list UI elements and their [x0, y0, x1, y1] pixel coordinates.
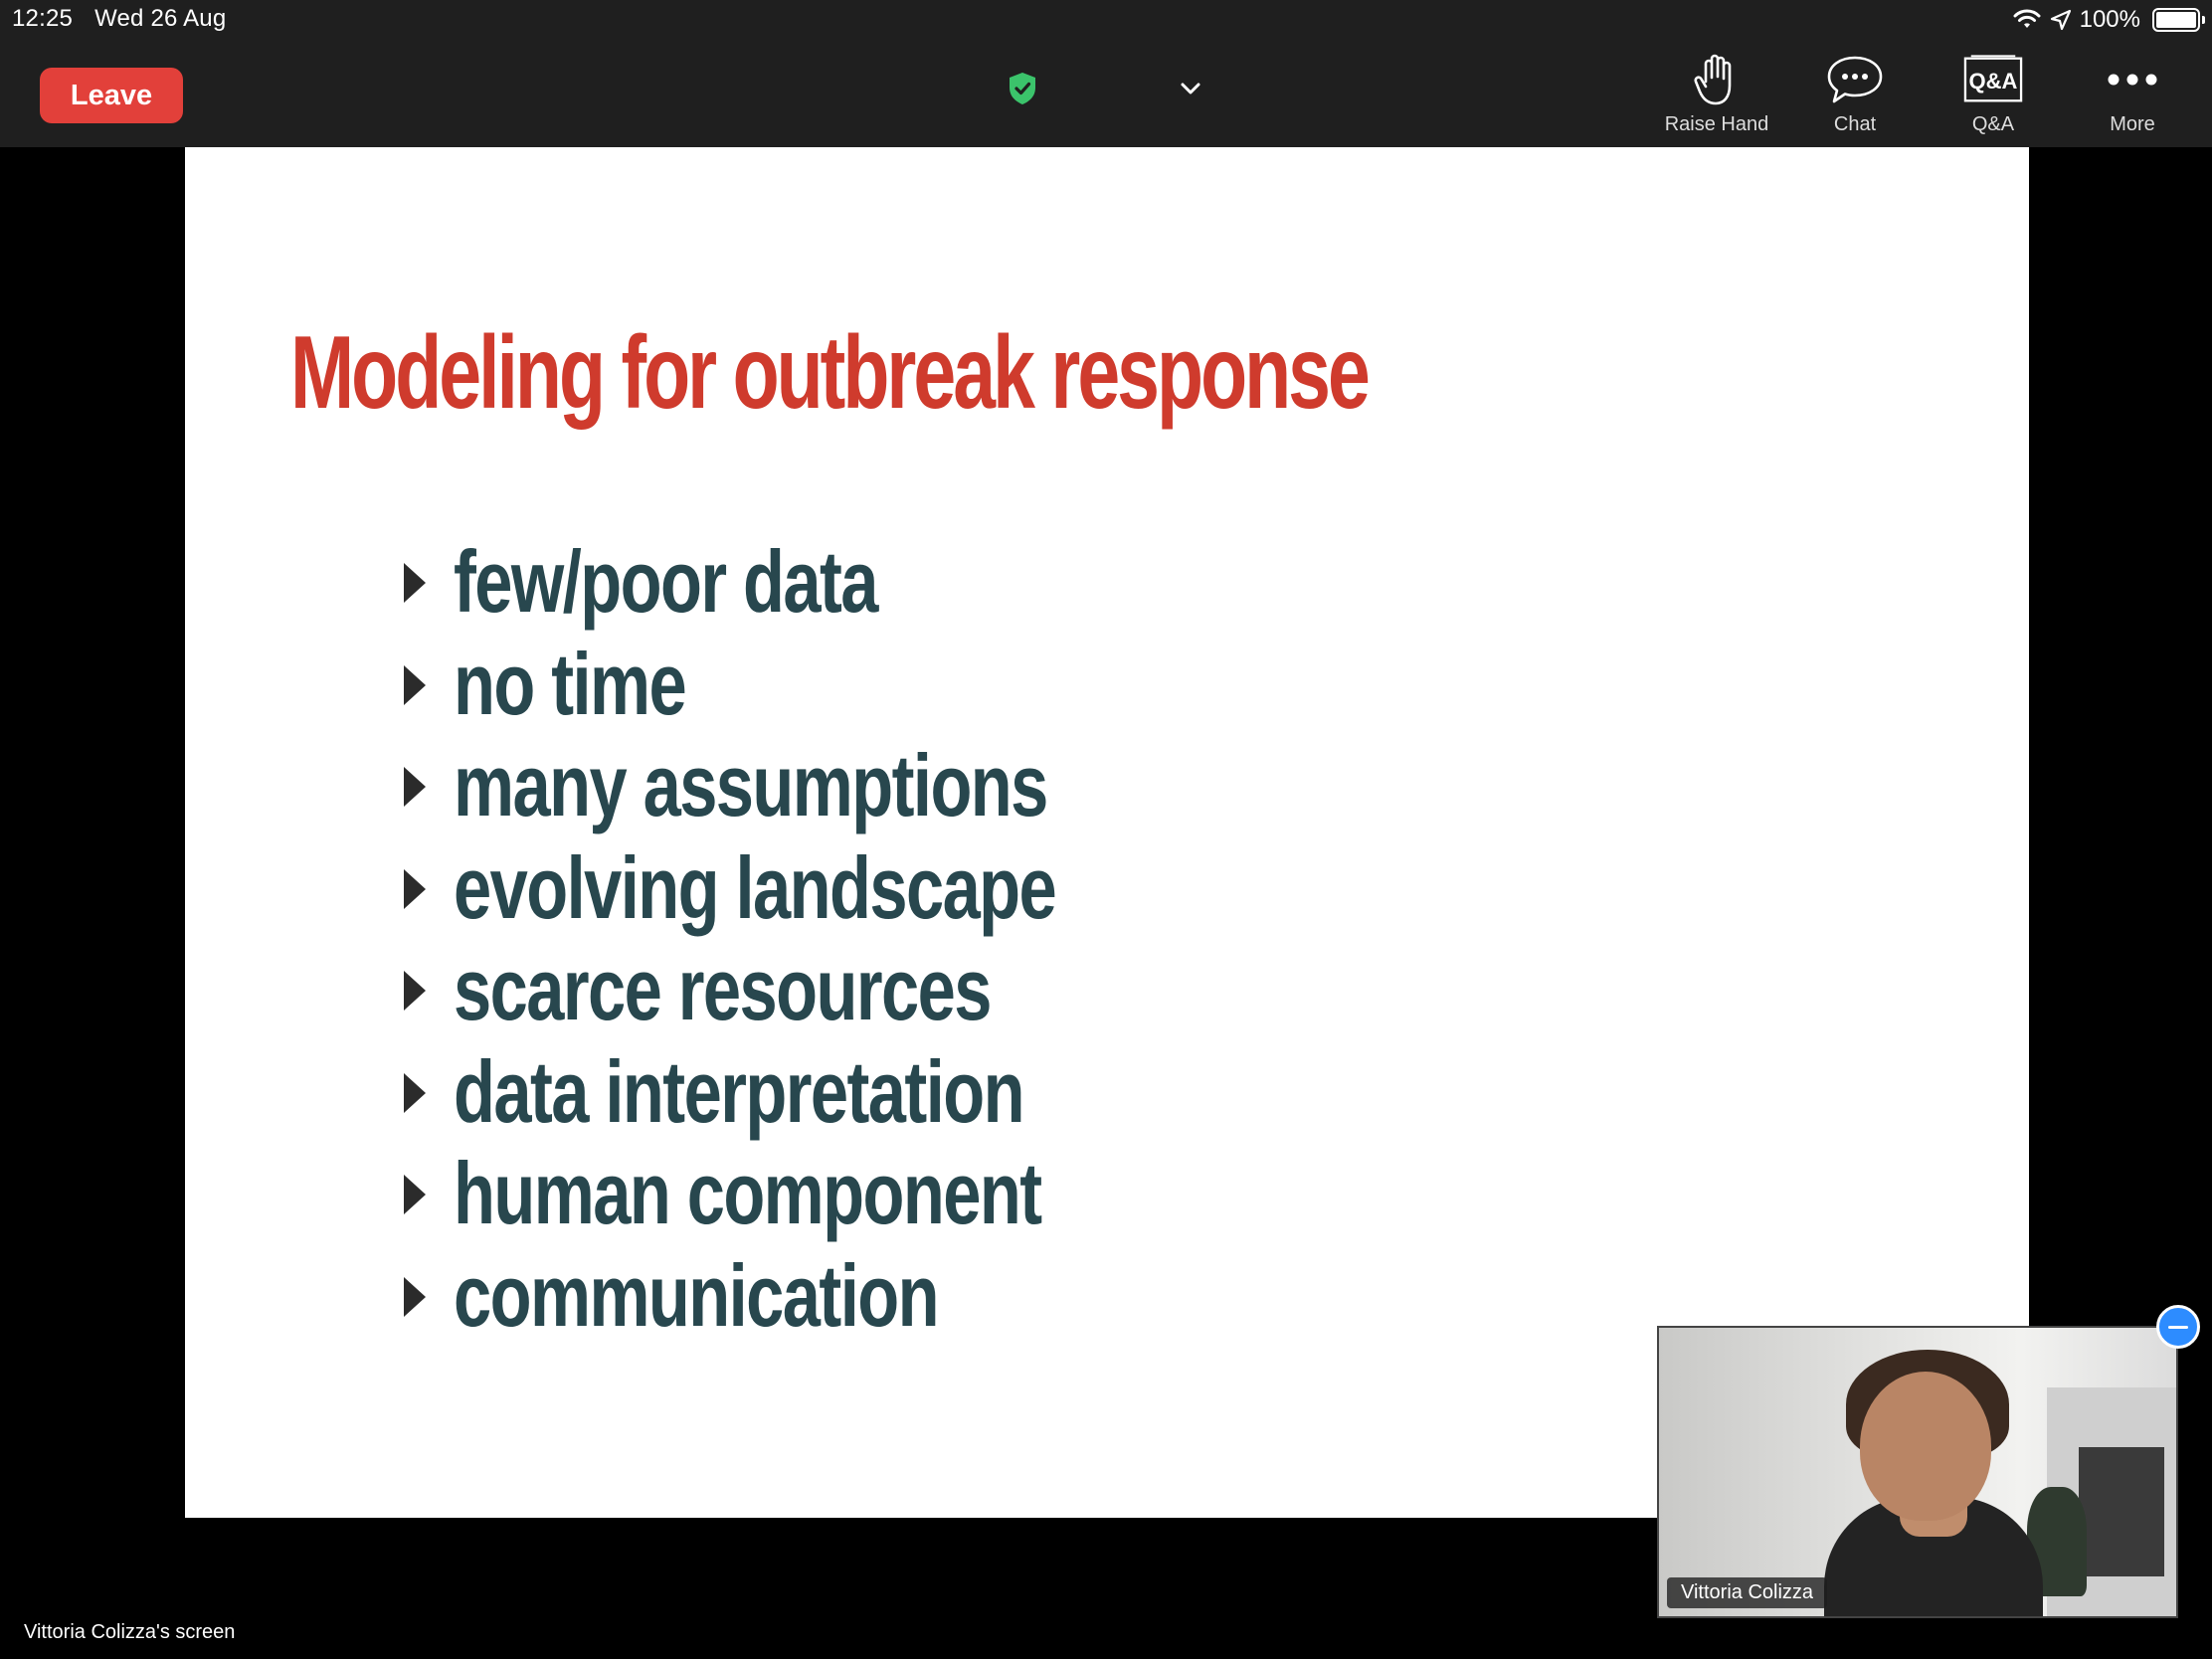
bullet-list: few/poor data no time many assumptions e… — [404, 527, 1299, 1345]
shield-check-icon[interactable] — [1008, 72, 1037, 105]
bullet-text: human component — [454, 1144, 1042, 1242]
more-icon — [2108, 74, 2157, 86]
chat-icon — [1827, 56, 1883, 103]
location-icon — [2050, 9, 2071, 31]
status-time: 12:25 — [12, 5, 74, 32]
status-time-date: 12:25 Wed 26 Aug — [12, 5, 226, 33]
list-item: communication — [404, 1241, 1299, 1345]
list-item: scarce resources — [404, 935, 1299, 1038]
participant-name-tag: Vittoria Colizza — [1667, 1577, 1828, 1608]
zoom-meeting-window: 12:25 Wed 26 Aug 100% Leave Raise Hand C… — [0, 0, 2212, 1659]
leave-button[interactable]: Leave — [40, 68, 183, 123]
list-item: no time — [404, 630, 1299, 733]
bullet-triangle-icon — [404, 767, 426, 807]
more-button[interactable]: More — [2069, 50, 2196, 141]
bullet-triangle-icon — [404, 1175, 426, 1214]
raise-hand-icon — [1694, 54, 1732, 105]
bullet-triangle-icon — [404, 563, 426, 603]
list-item: few/poor data — [404, 527, 1299, 631]
bullet-text: many assumptions — [454, 736, 1048, 834]
minimize-video-button[interactable] — [2156, 1305, 2200, 1349]
bullet-text: evolving landscape — [454, 837, 1057, 937]
bullet-triangle-icon — [404, 868, 426, 909]
list-item: many assumptions — [404, 731, 1299, 834]
bullet-triangle-icon — [404, 1072, 426, 1113]
participant-video-tile[interactable]: Vittoria Colizza — [1657, 1326, 2178, 1618]
raise-hand-label: Raise Hand — [1664, 113, 1769, 135]
minus-icon — [2168, 1325, 2188, 1329]
meeting-toolbar: Leave Raise Hand Chat Q&A Q&A More — [0, 40, 2212, 147]
qa-button[interactable]: Q&A — [1930, 50, 2057, 141]
battery-level — [2156, 12, 2196, 28]
ios-status-bar: 12:25 Wed 26 Aug 100% — [0, 0, 2212, 40]
bullet-text: data interpretation — [454, 1041, 1025, 1141]
bullet-triangle-icon — [404, 1276, 426, 1317]
bullet-triangle-icon — [404, 664, 426, 705]
chat-button[interactable]: Chat — [1791, 50, 1919, 141]
status-date: Wed 26 Aug — [94, 5, 227, 32]
bullet-triangle-icon — [404, 971, 426, 1011]
shared-screen-label: Vittoria Colizza's screen — [24, 1621, 236, 1643]
bullet-text: few/poor data — [454, 532, 878, 631]
chevron-down-icon[interactable] — [1178, 76, 1203, 101]
qa-label: Q&A — [1971, 113, 2015, 135]
raise-hand-button[interactable]: Raise Hand — [1653, 50, 1780, 141]
battery-icon — [2152, 8, 2205, 32]
status-indicators: 100% — [2012, 4, 2205, 36]
more-label: More — [2110, 113, 2155, 135]
list-item: human component — [404, 1139, 1299, 1242]
bullet-text: scarce resources — [454, 940, 992, 1038]
slide-title: Modeling for outbreak response — [290, 315, 1371, 431]
chat-label: Chat — [1833, 113, 1877, 135]
bullet-text: communication — [454, 1245, 940, 1345]
list-item: data interpretation — [404, 1037, 1299, 1141]
participant-face — [1860, 1372, 1991, 1521]
wifi-icon — [2013, 9, 2041, 28]
shared-screen-slide: Modeling for outbreak response few/poor … — [185, 147, 2029, 1518]
qa-icon-text: Q&A — [1968, 69, 2018, 93]
list-item: evolving landscape — [404, 833, 1299, 937]
battery-percentage: 100% — [2079, 6, 2140, 33]
video-monitor — [2079, 1447, 2164, 1576]
bullet-text: no time — [454, 634, 687, 733]
